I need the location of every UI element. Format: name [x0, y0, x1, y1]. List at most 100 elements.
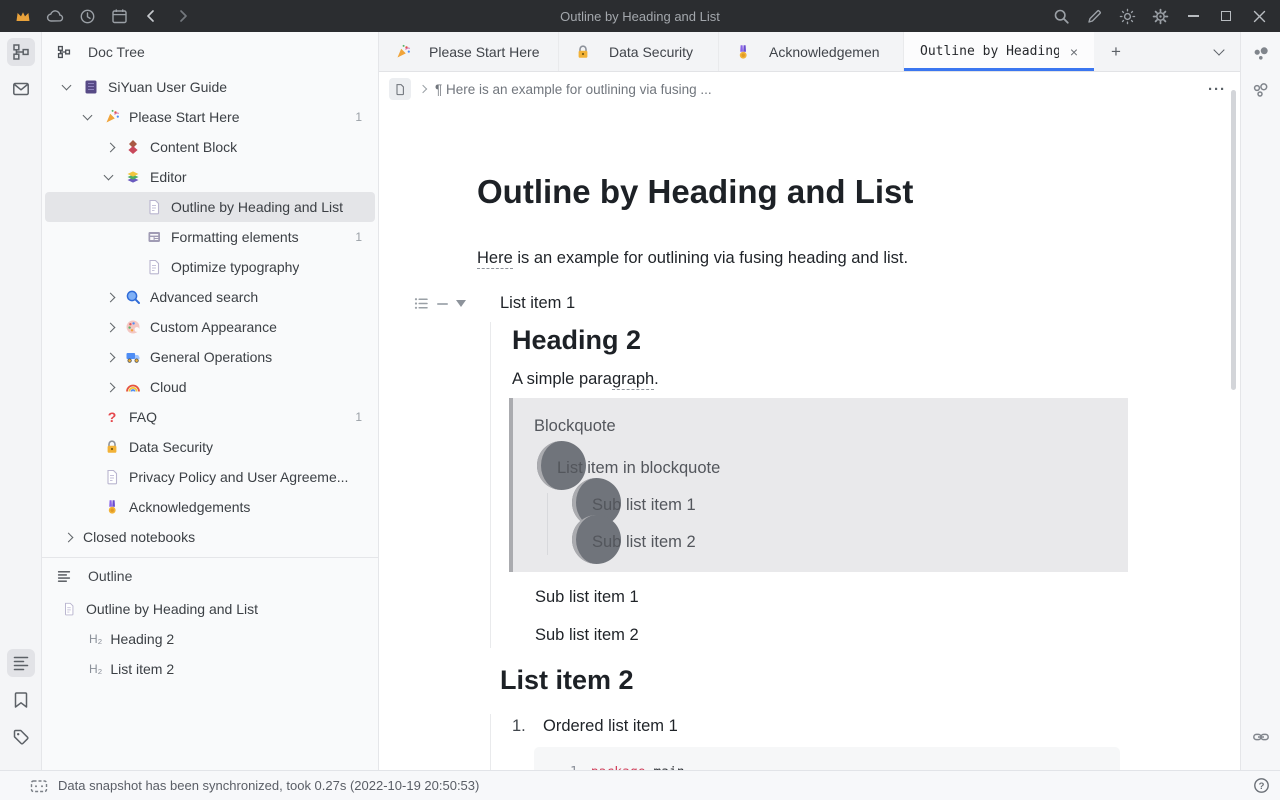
titlebar-right-icons	[1048, 3, 1272, 29]
new-tab-button[interactable]: +	[1094, 32, 1138, 71]
daily-note-calendar-icon[interactable]	[106, 3, 132, 29]
tab-outline-by-heading-and-list[interactable]: Outline by Heading ar ×	[904, 32, 1094, 71]
outline-dock-icon[interactable]	[7, 649, 35, 677]
tree-item-custom-appearance[interactable]: Custom Appearance	[45, 312, 375, 342]
tab-acknowledgements[interactable]: Acknowledgemen	[719, 32, 904, 71]
editor-content[interactable]: Outline by Heading and List Here is an e…	[379, 106, 1240, 770]
minimize-icon[interactable]	[1180, 3, 1206, 29]
ordered-list-item[interactable]: 1. Ordered list item 1	[512, 714, 1139, 739]
block-ref-link[interactable]: Here	[477, 249, 513, 269]
help-icon[interactable]: ?	[1253, 777, 1270, 794]
chevron-right-icon[interactable]	[101, 132, 125, 162]
tree-item-closed-notebooks[interactable]: Closed notebooks	[45, 522, 375, 552]
intro-paragraph[interactable]: Here is an example for outlining via fus…	[477, 246, 1139, 271]
list-item-1[interactable]: List item 1	[477, 291, 1139, 316]
sync-cloud-icon[interactable]	[42, 3, 68, 29]
collapse-arrow-icon[interactable]	[456, 300, 466, 307]
blockquote-list-item[interactable]: List item in blockquote	[534, 456, 1104, 481]
list-item-text[interactable]: List item in blockquote	[557, 456, 720, 481]
simple-paragraph[interactable]: A simple paragraph.	[512, 367, 1139, 392]
chevron-right-icon[interactable]	[101, 342, 125, 372]
tree-item-general-operations[interactable]: General Operations	[45, 342, 375, 372]
tree-item-label: Closed notebooks	[83, 529, 195, 545]
editor-scrollbar[interactable]	[1231, 90, 1236, 390]
theme-sun-icon[interactable]	[1114, 3, 1140, 29]
tab-close-icon[interactable]: ×	[1070, 44, 1078, 60]
maximize-icon[interactable]	[1213, 3, 1239, 29]
tree-item-siyuan-user-guide[interactable]: SiYuan User Guide	[45, 72, 375, 102]
outline-item-doc[interactable]: Outline by Heading and List	[45, 594, 375, 624]
bookmark-icon[interactable]	[7, 686, 35, 714]
list-item-text[interactable]: Sub list item 1	[535, 585, 639, 610]
list-item-2[interactable]: List item 2	[477, 662, 1139, 698]
block-ref-link[interactable]: graph	[612, 370, 654, 390]
settings-gear-icon[interactable]	[1147, 3, 1173, 29]
tree-item-advanced-search[interactable]: Advanced search	[45, 282, 375, 312]
chevron-slot	[80, 492, 104, 522]
back-icon[interactable]	[138, 3, 164, 29]
list-item-heading-text[interactable]: List item 2	[500, 662, 634, 698]
inbox-icon[interactable]	[7, 75, 35, 103]
chevron-down-icon[interactable]	[80, 102, 104, 132]
blockquote-sub-item[interactable]: Sub list item 2	[569, 530, 1104, 555]
list-gutter-icon[interactable]	[414, 296, 429, 311]
chevron-right-icon[interactable]	[101, 372, 125, 402]
breadcrumb-more-icon[interactable]: ···	[1208, 81, 1226, 98]
tree-item-optimize-typography[interactable]: Optimize typography	[45, 252, 375, 282]
search-icon[interactable]	[1048, 3, 1074, 29]
outline-item-heading-2[interactable]: H₂ Heading 2	[45, 624, 375, 654]
edit-pencil-icon[interactable]	[1081, 3, 1107, 29]
code-block[interactable]: 1package main	[534, 747, 1120, 770]
sub-list-item-2[interactable]: Sub list item 2	[512, 623, 1139, 648]
chevron-right-icon[interactable]	[101, 312, 125, 342]
list-item-text[interactable]: Sub list item 2	[592, 530, 696, 555]
tag-icon[interactable]	[7, 723, 35, 751]
tree-item-cloud[interactable]: Cloud	[45, 372, 375, 402]
blockquote-sub-item[interactable]: Sub list item 1	[569, 493, 1104, 518]
document-icon	[146, 259, 162, 275]
breadcrumb-path[interactable]: ¶ Here is an example for outlining via f…	[435, 82, 1201, 97]
chevron-right-icon[interactable]	[59, 522, 83, 552]
tree-item-please-start-here[interactable]: Please Start Here 1	[45, 102, 375, 132]
close-icon[interactable]	[1246, 3, 1272, 29]
chevron-down-icon[interactable]	[59, 72, 83, 102]
tree-item-content-block[interactable]: Content Block	[45, 132, 375, 162]
chevron-down-icon[interactable]	[101, 162, 125, 192]
tab-please-start-here[interactable]: Please Start Here	[379, 32, 559, 71]
doc-tree-dock-icon[interactable]	[7, 38, 35, 66]
lock-icon	[575, 44, 591, 60]
chevron-right-icon[interactable]	[101, 282, 125, 312]
sub-list-item-1[interactable]: Sub list item 1	[512, 585, 1139, 610]
list-item-text[interactable]: List item 1	[500, 291, 575, 316]
forward-icon[interactable]	[170, 3, 196, 29]
list-item-text[interactable]: Ordered list item 1	[543, 714, 678, 739]
tree-item-privacy-policy[interactable]: Privacy Policy and User Agreeme...	[45, 462, 375, 492]
tree-item-acknowledgements[interactable]: Acknowledgements	[45, 492, 375, 522]
tree-item-formatting-elements[interactable]: Formatting elements 1	[45, 222, 375, 252]
document-icon	[61, 601, 77, 617]
crown-icon[interactable]	[10, 3, 36, 29]
heading-2[interactable]: Heading 2	[512, 322, 1139, 358]
list-item-text[interactable]: Sub list item 1	[592, 493, 696, 518]
list-item-text[interactable]: Sub list item 2	[535, 623, 639, 648]
list-item-gutter-icon[interactable]	[437, 303, 448, 305]
tab-data-security[interactable]: Data Security	[559, 32, 719, 71]
blockquote-text[interactable]: Blockquote	[534, 413, 1104, 439]
global-graph-icon[interactable]	[1247, 77, 1275, 105]
tree-item-outline-by-heading-and-list[interactable]: Outline by Heading and List	[45, 192, 375, 222]
doc-title[interactable]: Outline by Heading and List	[477, 172, 1139, 212]
tree-item-editor[interactable]: Editor	[45, 162, 375, 192]
backlinks-icon[interactable]	[1247, 723, 1275, 751]
side-panel: Doc Tree SiYuan User Guide Please Start …	[42, 32, 379, 770]
blockquote[interactable]: Blockquote List item in blockquote Sub l…	[509, 398, 1128, 572]
breadcrumb-doc-icon[interactable]	[389, 78, 411, 100]
bullet	[477, 662, 500, 698]
medal-icon	[735, 44, 751, 60]
tree-item-label: Editor	[150, 169, 187, 185]
graph-icon[interactable]	[1247, 40, 1275, 68]
history-icon[interactable]	[74, 3, 100, 29]
tree-item-faq[interactable]: ? FAQ 1	[45, 402, 375, 432]
tree-item-data-security[interactable]: Data Security	[45, 432, 375, 462]
outline-item-list-item-2[interactable]: H₂ List item 2	[45, 654, 375, 684]
tab-list-chevron-icon[interactable]	[1198, 32, 1240, 71]
